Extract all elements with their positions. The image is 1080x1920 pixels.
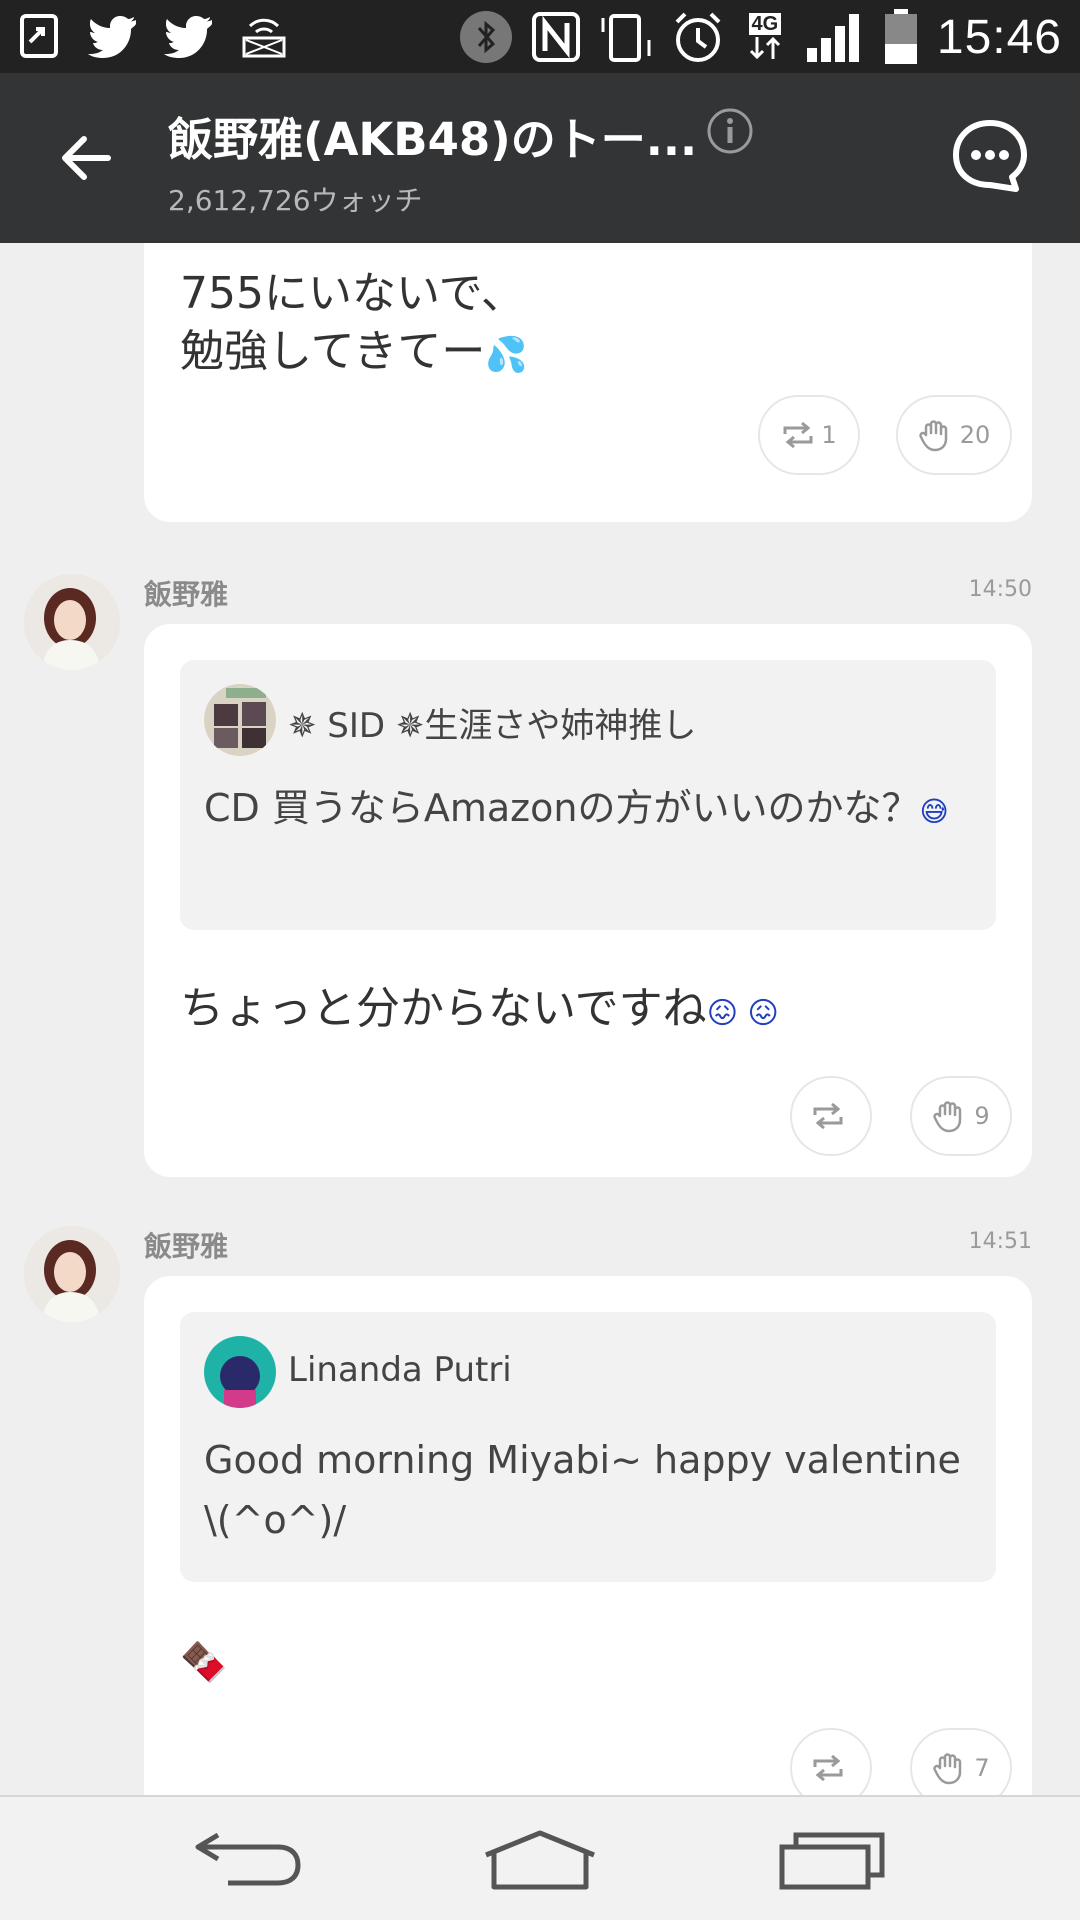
nav-back-icon[interactable] [188, 1825, 308, 1895]
repost-button[interactable] [790, 1728, 872, 1795]
avatar[interactable] [24, 574, 120, 670]
talk-title: 飯野雅(AKB48)のトー... [168, 113, 698, 166]
sweat-emoji: 💦 [485, 335, 528, 375]
clock: 15:46 [936, 10, 1062, 64]
repost-icon [813, 1754, 843, 1782]
quoted-text: CD 買うならAmazonの方がいいのかな？😅 [204, 778, 964, 842]
repost-icon [813, 1102, 843, 1130]
quoted-user-name: Linanda Putri [288, 1350, 512, 1390]
confounded-emoji: 😖 😖 [706, 996, 779, 1031]
post-time: 14:51 [968, 1229, 1032, 1254]
repost-button[interactable]: 1 [758, 395, 860, 475]
nfc-icon [531, 12, 580, 62]
post-card: ✵ SID ✵生涯さや姉神推し CD 買うならAmazonの方がいいのかな？😅 … [144, 624, 1032, 1177]
post-card: Linanda Putri Good morning Miyabi~ happy… [144, 1276, 1032, 1795]
post-card: 755にいないで、 勉強してきてー💦 1 20 [144, 243, 1032, 522]
info-icon[interactable] [706, 107, 754, 155]
watch-count: 2,612,726ウォッチ [168, 184, 423, 217]
back-arrow-icon[interactable] [58, 131, 112, 185]
post-text: 🍫 [180, 1632, 227, 1691]
quoted-user-avatar [204, 1336, 276, 1408]
clap-hand-icon [933, 1101, 962, 1133]
twitter-icon [88, 16, 136, 58]
network-4g-icon: 4G [743, 13, 787, 61]
quoted-text-body: CD 買うならAmazonの方がいいのかな？ [204, 786, 920, 830]
post-text: ちょっと分からないですね😖 😖 [180, 980, 779, 1043]
repost-count: 1 [821, 421, 837, 449]
clap-hand-icon [933, 1753, 962, 1785]
like-button[interactable]: 7 [910, 1728, 1012, 1795]
app-bar: 飯野雅(AKB48)のトー... 2,612,726ウォッチ [0, 73, 1080, 243]
like-count: 20 [959, 421, 991, 449]
twitter-icon [164, 16, 212, 58]
post-text-line: 勉強してきてー [180, 326, 486, 377]
like-button[interactable]: 20 [896, 395, 1012, 475]
alarm-icon [675, 12, 721, 62]
clap-hand-icon [918, 420, 947, 452]
quoted-user-name: ✵ SID ✵生涯さや姉神推し [288, 706, 697, 746]
repost-icon [783, 421, 813, 449]
quoted-text: Good morning Miyabi~ happy valentine \(^… [204, 1438, 961, 1542]
talk-feed[interactable]: 755にいないで、 勉強してきてー💦 1 20 飯野雅 14:50 ✵ SID … [0, 243, 1080, 1795]
comment-bubble-icon[interactable] [950, 117, 1030, 197]
author-name: 飯野雅 [144, 578, 229, 611]
nav-home-icon[interactable] [480, 1825, 600, 1895]
navigation-bar [0, 1795, 1080, 1920]
like-count: 9 [974, 1102, 990, 1130]
post-text: 755にいないで、 勉強してきてー💦 [180, 265, 528, 384]
author-name: 飯野雅 [144, 1230, 229, 1263]
battery-icon [884, 9, 917, 64]
nav-recent-apps-icon[interactable] [772, 1825, 892, 1895]
post-text-body: ちょっと分からないですね [180, 983, 707, 1034]
avatar[interactable] [24, 1226, 120, 1322]
quoted-comment: Linanda Putri Good morning Miyabi~ happy… [180, 1312, 996, 1582]
like-count: 7 [974, 1754, 990, 1782]
signal-icon [806, 14, 859, 62]
vibrate-icon [601, 14, 651, 62]
post-time: 14:50 [968, 577, 1032, 602]
screen-share-icon [20, 14, 58, 58]
network-label: 4G [748, 13, 782, 35]
post-text-line: 755にいないで、 [180, 268, 525, 319]
like-button[interactable]: 9 [910, 1076, 1012, 1156]
quoted-comment: ✵ SID ✵生涯さや姉神推し CD 買うならAmazonの方がいいのかな？😅 [180, 660, 996, 930]
bluetooth-icon [459, 11, 512, 63]
chocolate-emoji: 🍫 [180, 1640, 228, 1684]
sim-tray-icon [242, 18, 286, 58]
status-bar: 4G 15:46 [0, 0, 1080, 73]
sweat-smile-emoji: 😅 [919, 795, 949, 828]
quoted-user-avatar [204, 684, 276, 756]
repost-button[interactable] [790, 1076, 872, 1156]
